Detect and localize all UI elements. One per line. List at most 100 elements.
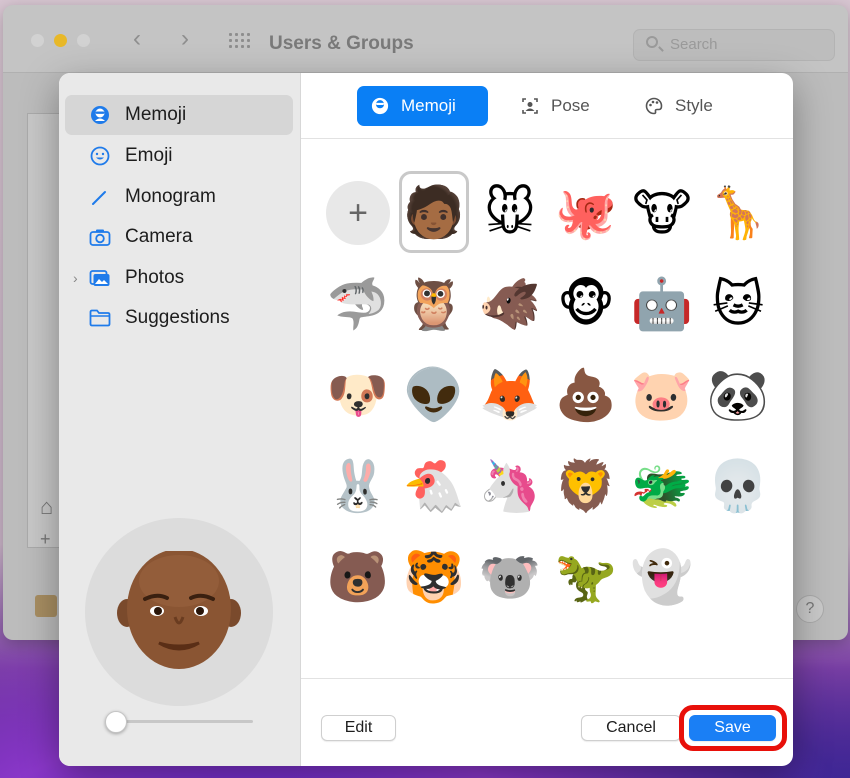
sidebar-item-label: Monogram: [125, 186, 216, 207]
emoji-face-icon: [89, 145, 111, 167]
memoji-preview-face: [117, 551, 241, 669]
tab-label: Pose: [551, 96, 590, 115]
memoji-option-koala[interactable]: 🐨: [477, 544, 543, 610]
add-memoji-button[interactable]: +: [325, 180, 391, 246]
palette-icon: [645, 97, 663, 115]
save-highlight-annotation: [679, 705, 787, 751]
tab-bar: Memoji Pose Style: [301, 73, 793, 139]
memoji-option-giraffe[interactable]: 🦒: [705, 180, 771, 246]
memoji-option-shark[interactable]: 🦈: [325, 271, 391, 337]
memoji-option-cat[interactable]: 🐱: [705, 271, 771, 337]
cow-icon: 🐮: [632, 184, 692, 242]
memoji-option-rabbit[interactable]: 🐰: [325, 453, 391, 519]
memoji-option-robot[interactable]: 🤖: [629, 271, 695, 337]
memoji-option-bear[interactable]: 🐻: [325, 544, 391, 610]
search-placeholder: Search: [670, 36, 718, 53]
monkey-icon: 🐵: [557, 275, 615, 333]
octopus-icon: 🐙: [554, 184, 618, 242]
sidebar-item-monogram[interactable]: Monogram: [65, 177, 293, 217]
add-user-button[interactable]: +: [40, 529, 51, 550]
search-icon: [646, 36, 658, 48]
memoji-option-alien[interactable]: 👽: [401, 362, 467, 428]
pose-icon: [521, 97, 539, 115]
cancel-button[interactable]: Cancel: [581, 715, 681, 741]
panda-icon: 🐼: [706, 366, 770, 424]
memoji-icon: [371, 97, 389, 115]
t-rex-icon: 🦖: [554, 548, 618, 606]
minimize-window-button[interactable]: [54, 34, 67, 47]
zoom-slider-track[interactable]: [105, 720, 253, 723]
mouse-icon: 🐭: [483, 184, 537, 242]
memoji-option-boar[interactable]: 🐗: [477, 271, 543, 337]
memoji-option-mouse[interactable]: 🐭: [477, 180, 543, 246]
edit-button[interactable]: Edit: [321, 715, 396, 741]
help-button[interactable]: ?: [796, 595, 824, 623]
sidebar-item-label: Photos: [125, 267, 185, 288]
window-title: Users & Groups: [269, 33, 414, 54]
shark-icon: 🦈: [326, 275, 390, 333]
sidebar-item-suggestions[interactable]: Suggestions: [65, 298, 293, 338]
cat-icon: 🐱: [711, 275, 765, 333]
tab-memoji[interactable]: Memoji: [357, 86, 488, 126]
owl-icon: 🦉: [402, 275, 466, 333]
unicorn-icon: 🦄: [478, 457, 542, 515]
memoji-option-tiger[interactable]: 🐯: [401, 544, 467, 610]
memoji-option-cow[interactable]: 🐮: [629, 180, 695, 246]
forward-chevron-icon[interactable]: ›: [181, 27, 189, 51]
memoji-option-pig[interactable]: 🐷: [629, 362, 695, 428]
chicken-icon: 🐔: [402, 457, 466, 515]
tab-style[interactable]: Style: [631, 86, 727, 126]
back-chevron-icon[interactable]: ‹: [133, 27, 141, 51]
rabbit-icon: 🐰: [326, 457, 390, 515]
camera-icon: [89, 226, 111, 248]
memoji-face-icon: 🧑🏾: [402, 183, 466, 241]
memoji-option-dog[interactable]: 🐶: [325, 362, 391, 428]
tab-pose[interactable]: Pose: [507, 86, 604, 126]
show-all-grid-icon[interactable]: [229, 33, 251, 51]
memoji-option-memoji-face[interactable]: 🧑🏾: [399, 171, 469, 253]
memoji-option-t-rex[interactable]: 🦖: [553, 544, 619, 610]
lion-icon: 🦁: [554, 457, 618, 515]
sidebar-item-memoji[interactable]: Memoji: [65, 95, 293, 135]
pig-icon: 🐷: [630, 366, 694, 424]
home-icon: ⌂: [40, 494, 54, 519]
close-window-button[interactable]: [31, 34, 44, 47]
memoji-option-ghost[interactable]: 👻: [629, 544, 695, 610]
alien-icon: 👽: [402, 366, 466, 424]
boar-icon: 🐗: [478, 275, 542, 333]
skull-icon: 💀: [706, 457, 770, 515]
folder-icon: [89, 307, 111, 329]
sheet-footer: Edit Cancel Save: [301, 678, 793, 766]
search-field[interactable]: Search: [633, 29, 835, 61]
sidebar-item-label: Suggestions: [125, 307, 230, 328]
sidebar-item-label: Camera: [125, 226, 193, 247]
memoji-option-chicken[interactable]: 🐔: [401, 453, 467, 519]
memoji-option-panda[interactable]: 🐼: [705, 362, 771, 428]
fox-icon: 🦊: [478, 366, 542, 424]
zoom-slider-thumb[interactable]: [105, 711, 127, 733]
sidebar-item-photos[interactable]: › Photos: [65, 258, 293, 298]
poop-icon: 💩: [554, 366, 618, 424]
tiger-icon: 🐯: [402, 548, 466, 606]
memoji-option-lion[interactable]: 🦁: [553, 453, 619, 519]
picker-sidebar: Memoji Emoji Monogram Camera › Photos Su…: [59, 73, 301, 766]
sidebar-item-emoji[interactable]: Emoji: [65, 136, 293, 176]
picture-picker-sheet: Memoji Emoji Monogram Camera › Photos Su…: [59, 73, 793, 766]
chevron-right-icon[interactable]: ›: [73, 270, 78, 286]
memoji-option-dragon[interactable]: 🐲: [629, 453, 695, 519]
robot-icon: 🤖: [630, 275, 694, 333]
photos-icon: [89, 267, 111, 289]
memoji-option-skull[interactable]: 💀: [705, 453, 771, 519]
memoji-option-octopus[interactable]: 🐙: [553, 180, 619, 246]
lock-icon[interactable]: [35, 595, 57, 617]
picker-content: Memoji Pose Style + 🧑🏾 🐭 🐙 🐮 🦒 🦈 🦉 🐗 🐵 🤖 🐱 🐶 👽 🦊 💩 🐷: [301, 73, 793, 766]
memoji-option-unicorn[interactable]: 🦄: [477, 453, 543, 519]
dog-icon: 🐶: [326, 366, 390, 424]
dragon-icon: 🐲: [630, 457, 694, 515]
memoji-option-poop[interactable]: 💩: [553, 362, 619, 428]
memoji-option-monkey[interactable]: 🐵: [553, 271, 619, 337]
sidebar-item-camera[interactable]: Camera: [65, 217, 293, 257]
zoom-window-button[interactable]: [77, 34, 90, 47]
memoji-option-owl[interactable]: 🦉: [401, 271, 467, 337]
memoji-option-fox[interactable]: 🦊: [477, 362, 543, 428]
